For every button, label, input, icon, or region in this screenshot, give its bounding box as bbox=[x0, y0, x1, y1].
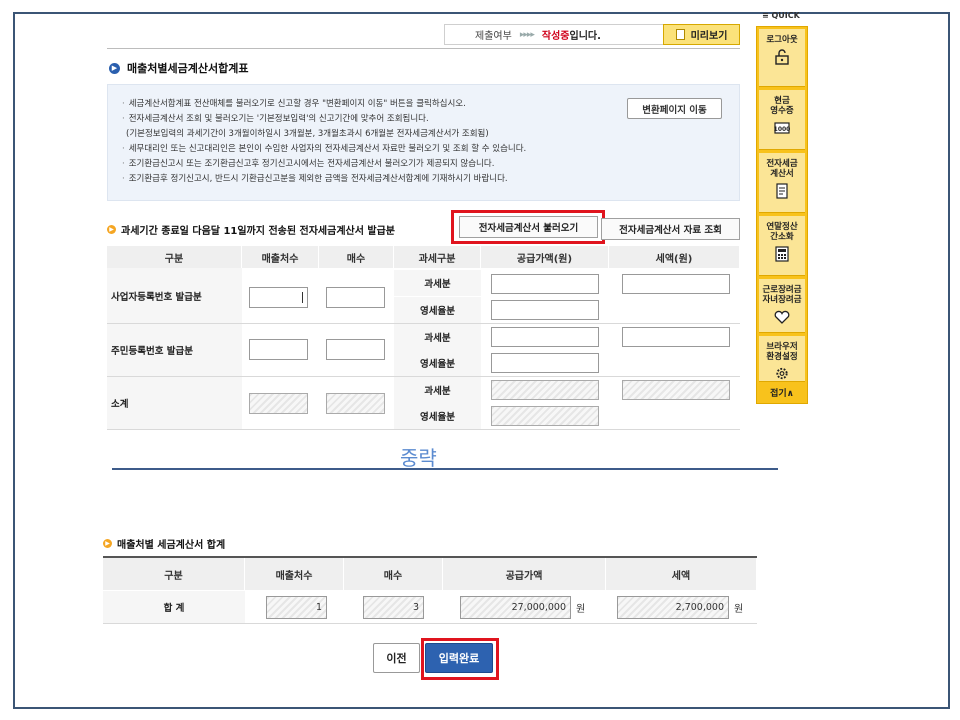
total-tax-field: 2,700,000 bbox=[617, 596, 729, 619]
supply-unit: 원 bbox=[576, 604, 586, 615]
sub-label-zero-rate: 영세율분 bbox=[394, 297, 481, 323]
resident-count-input[interactable] bbox=[326, 339, 385, 360]
section-title-summary: ▶ 매출처별세금계산서합계표 bbox=[109, 60, 248, 76]
quick-collapse-button[interactable]: 접기∧ bbox=[759, 383, 805, 401]
row-label-business: 사업자등록번호 발급분 bbox=[107, 268, 242, 323]
section-title-total: ▶ 매출처별 세금계산서 합계 bbox=[103, 536, 225, 551]
subtotal-customers-field bbox=[249, 393, 308, 414]
quick-year-end-settlement[interactable]: 연말정산 간소화 bbox=[759, 216, 805, 276]
total-customers-field: 1 bbox=[266, 596, 327, 619]
omitted-divider bbox=[112, 468, 778, 470]
quick-logout[interactable]: 로그아웃 bbox=[759, 29, 805, 87]
quick-work-incentive[interactable]: 근로장려금 자녀장려금 bbox=[759, 279, 805, 333]
quick-item-label: 전자세금 계산서 bbox=[766, 159, 798, 179]
table-header: 과세구분 bbox=[394, 246, 481, 268]
previous-button[interactable]: 이전 bbox=[373, 643, 420, 673]
business-zero-supply-input[interactable] bbox=[491, 300, 599, 320]
invoice-icon bbox=[776, 183, 788, 199]
subtotal-count-field bbox=[326, 393, 385, 414]
table-header: 매출처수 bbox=[242, 246, 319, 268]
section-title-text: 과세기간 종료일 다음달 11일까지 전송된 전자세금계산서 발급분 bbox=[121, 226, 396, 237]
quick-item-label: 연말정산 간소화 bbox=[766, 222, 798, 242]
table-header: 공급가액 bbox=[443, 558, 606, 590]
sub-label-zero-rate: 영세율분 bbox=[394, 350, 481, 376]
subtotal-zero-supply-field bbox=[491, 406, 599, 426]
text-cursor bbox=[302, 292, 303, 303]
table-header: 매수 bbox=[344, 558, 443, 590]
svg-text:1000: 1000 bbox=[774, 126, 791, 133]
quick-item-label: 브라우저 환경설정 bbox=[766, 342, 798, 362]
total-supply-field: 27,000,000 bbox=[460, 596, 571, 619]
quick-menu-title: ≡ QUICK bbox=[762, 11, 800, 20]
table-header: 매수 bbox=[319, 246, 394, 268]
section-title-issued: ▶ 과세기간 종료일 다음달 11일까지 전송된 전자세금계산서 발급분 bbox=[107, 222, 395, 237]
arrow-right-icon: ▶ bbox=[103, 539, 112, 548]
business-taxable-supply-input[interactable] bbox=[491, 274, 599, 294]
heart-icon bbox=[774, 310, 790, 324]
preview-button[interactable]: 미리보기 bbox=[663, 24, 740, 45]
table-header: 세액 bbox=[606, 558, 757, 590]
info-line: (기본정보입력의 과세기간이 3개월이하일시 3개월분, 3개월초과시 6개월분… bbox=[126, 129, 489, 139]
status-suffix: 입니다. bbox=[569, 31, 601, 42]
table-header: 공급가액(원) bbox=[481, 246, 609, 268]
gear-icon bbox=[776, 367, 788, 380]
info-line: · 조기환급신고시 또는 조기환급신고후 정기신고시에서는 전자세금계산서 불러오… bbox=[122, 159, 495, 169]
total-row-label: 합 계 bbox=[103, 591, 245, 623]
table-header: 매출처수 bbox=[245, 558, 344, 590]
quick-item-label: 현금 영수증 bbox=[770, 96, 794, 116]
status-label: 제출여부 bbox=[475, 31, 512, 42]
sub-label-zero-rate: 영세율분 bbox=[394, 403, 481, 429]
status-state: 작성중 bbox=[541, 31, 570, 42]
info-line: · 세무대리인 또는 신고대리인은 본인이 수임한 사업자의 전자세금계산서 자료… bbox=[122, 144, 527, 154]
sub-label-taxable: 과세분 bbox=[394, 324, 481, 350]
tax-unit: 원 bbox=[734, 604, 744, 615]
preview-label: 미리보기 bbox=[690, 31, 728, 42]
resident-customers-input[interactable] bbox=[249, 339, 308, 360]
subtotal-tax-field bbox=[622, 380, 730, 400]
sub-label-taxable: 과세분 bbox=[394, 377, 481, 403]
info-line: · 조기환급후 정기신고시, 반드시 기환급신고분을 제외한 금액을 전자세금계산… bbox=[122, 174, 508, 184]
row-divider bbox=[107, 429, 740, 430]
resident-taxable-supply-input[interactable] bbox=[491, 327, 599, 347]
sub-label-taxable: 과세분 bbox=[394, 270, 481, 296]
convert-page-button[interactable]: 변환페이지 이동 bbox=[627, 98, 722, 119]
complete-button-highlight bbox=[421, 638, 499, 680]
submission-status: 제출여부 ▸▸▸▸ 작성중 입니다. bbox=[444, 24, 671, 45]
table-bottom-border bbox=[103, 623, 757, 624]
arrow-right-icon: ▶ bbox=[109, 62, 120, 74]
unlock-icon bbox=[775, 49, 789, 65]
business-tax-input[interactable] bbox=[622, 274, 730, 294]
quick-browser-settings[interactable]: 브라우저 환경설정 bbox=[759, 336, 805, 382]
table-header: 세액(원) bbox=[609, 246, 740, 268]
resident-zero-supply-input[interactable] bbox=[491, 353, 599, 373]
row-label-subtotal: 소계 bbox=[107, 377, 242, 429]
view-e-invoice-button[interactable]: 전자세금계산서 자료 조회 bbox=[601, 218, 740, 240]
section-title-text: 매출처별 세금계산서 합계 bbox=[117, 540, 226, 551]
receipt-icon: 1000 bbox=[774, 122, 791, 134]
business-count-input[interactable] bbox=[326, 287, 385, 308]
resident-tax-input[interactable] bbox=[622, 327, 730, 347]
section-title-text: 매출처별세금계산서합계표 bbox=[127, 62, 249, 75]
load-button-highlight bbox=[451, 210, 605, 244]
top-divider bbox=[107, 48, 740, 49]
document-icon bbox=[675, 29, 685, 40]
table-header: 구분 bbox=[103, 558, 245, 590]
quick-menu: 로그아웃 현금 영수증 1000 전자세금 계산서 연말정산 간소화 근로장려금… bbox=[756, 26, 808, 404]
omitted-label: 중략 bbox=[400, 446, 437, 470]
table-header: 구분 bbox=[107, 246, 242, 268]
total-count-field: 3 bbox=[363, 596, 424, 619]
business-customers-input[interactable] bbox=[249, 287, 308, 308]
quick-cash-receipt[interactable]: 현금 영수증 1000 bbox=[759, 90, 805, 150]
quick-e-invoice[interactable]: 전자세금 계산서 bbox=[759, 153, 805, 213]
status-arrows: ▸▸▸▸ bbox=[519, 29, 535, 40]
quick-item-label: 로그아웃 bbox=[766, 35, 798, 45]
arrow-right-icon: ▶ bbox=[107, 225, 116, 234]
quick-item-label: 근로장려금 자녀장려금 bbox=[762, 285, 802, 305]
subtotal-taxable-supply-field bbox=[491, 380, 599, 400]
row-label-resident: 주민등록번호 발급분 bbox=[107, 324, 242, 376]
calculator-icon bbox=[775, 246, 789, 262]
